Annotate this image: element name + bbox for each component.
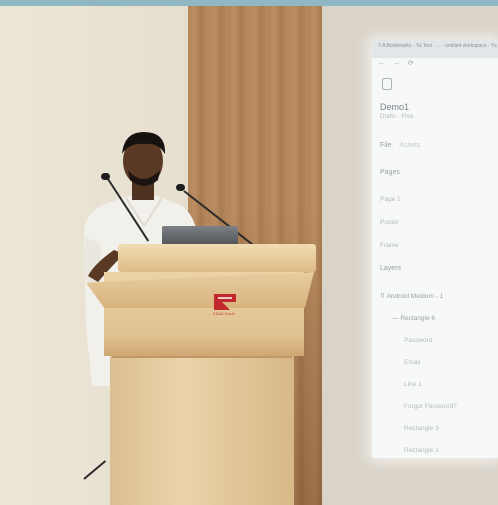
photo-scene: Y.A Bookmarks · Ya Test · ... · untitled… bbox=[0, 0, 498, 505]
file-label: File bbox=[380, 142, 392, 149]
back-icon: ← bbox=[378, 60, 385, 67]
podium-groove bbox=[112, 356, 292, 358]
projected-file-name: Demo1 bbox=[380, 102, 410, 112]
page-item: Page 1 bbox=[380, 196, 401, 203]
projected-layers-panel: Demo1 Drafts · Free File Assets Pages Pag… bbox=[372, 70, 498, 458]
podium-body bbox=[110, 356, 294, 505]
layer-item: Rectangle 3 bbox=[404, 425, 439, 432]
layer-item: — Rectangle 6 bbox=[392, 315, 436, 322]
projected-file-row: File Assets bbox=[380, 142, 490, 149]
reload-icon: ⟳ bbox=[407, 60, 414, 67]
laptop bbox=[162, 226, 238, 246]
podium-logo-text: CDAC Kochi bbox=[213, 312, 235, 316]
layers-label: Layers bbox=[380, 265, 402, 272]
projected-file-subtitle: Drafts · Free bbox=[380, 114, 414, 120]
page-item: Poster bbox=[380, 219, 399, 226]
projected-screen: Y.A Bookmarks · Ya Test · ... · untitled… bbox=[372, 40, 498, 458]
projected-browser-titlebar: Y.A Bookmarks · Ya Test · ... · untitled… bbox=[372, 40, 498, 58]
podium-top bbox=[118, 244, 316, 272]
pages-label: Pages bbox=[380, 169, 400, 176]
layer-item: Line 1 bbox=[404, 381, 422, 388]
layer-item: Password bbox=[404, 337, 433, 344]
layer-item: Email bbox=[404, 359, 421, 366]
microphone-right-icon bbox=[176, 184, 185, 191]
page-item: Frame bbox=[380, 242, 399, 249]
layer-item: Forgot Password? bbox=[404, 403, 457, 410]
layer-item: ⠿ Android Medium - 1 bbox=[380, 293, 444, 300]
layer-item: Rectangle 1 bbox=[404, 447, 439, 454]
forward-icon: → bbox=[392, 60, 400, 67]
file-icon bbox=[382, 78, 392, 90]
projected-browser-toolbar: ← → ⟳ bbox=[372, 58, 498, 70]
podium-band bbox=[104, 336, 304, 356]
microphone-left-icon bbox=[101, 173, 110, 180]
file-value: Assets bbox=[399, 142, 421, 149]
